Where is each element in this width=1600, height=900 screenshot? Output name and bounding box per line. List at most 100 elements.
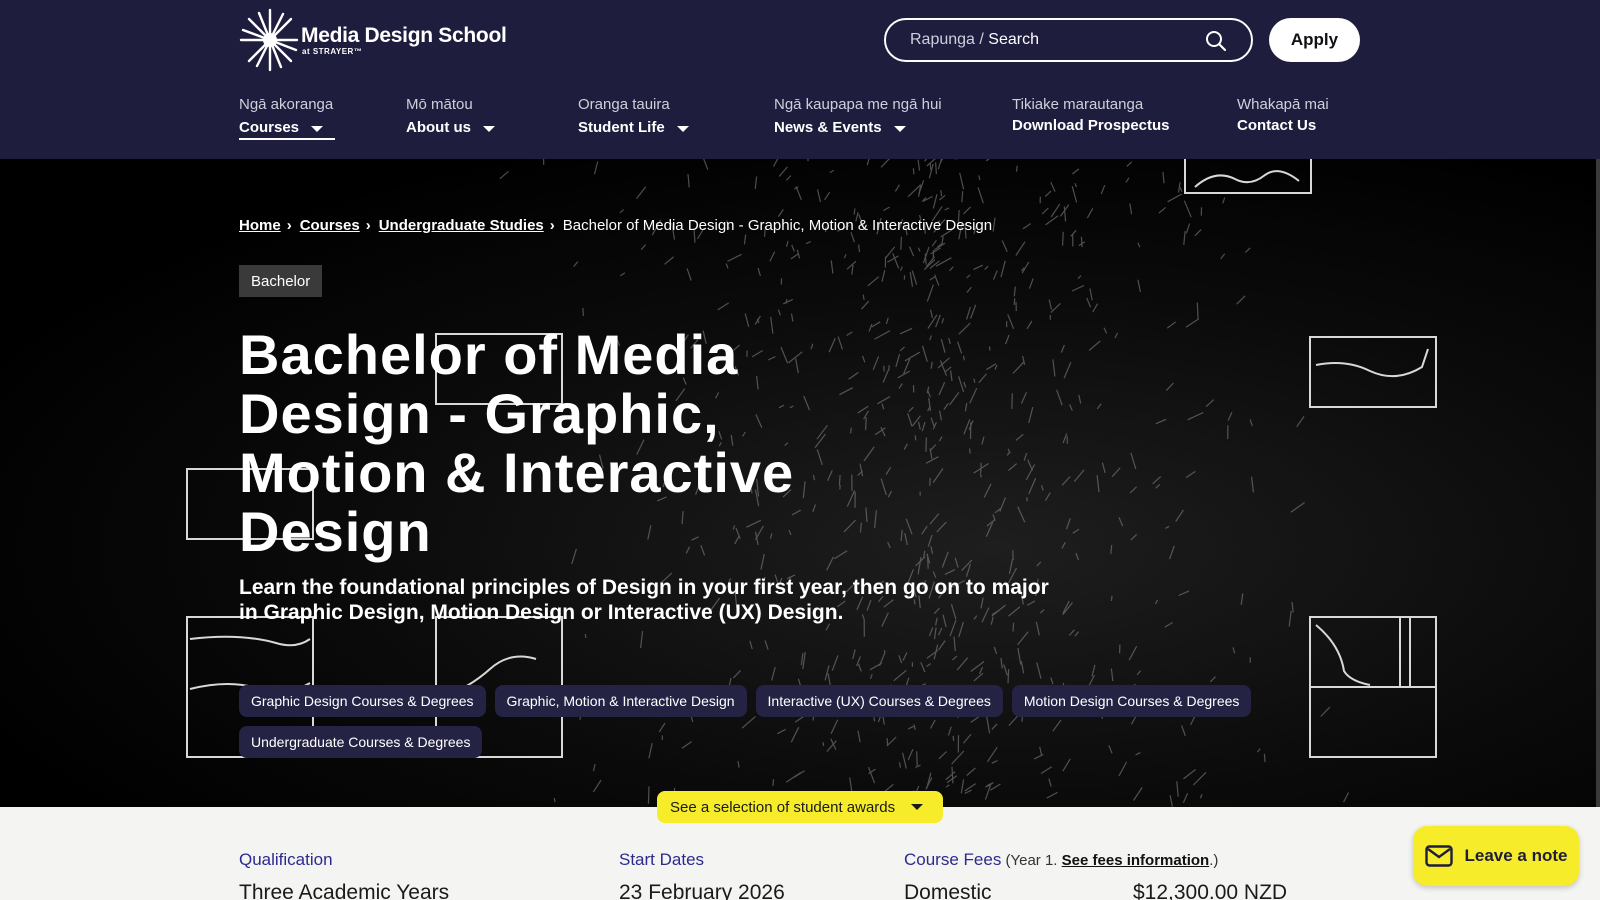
particle-streak	[1136, 670, 1142, 676]
particle-streak	[1062, 231, 1064, 246]
particle-streak	[1028, 406, 1034, 424]
caret-down-icon	[893, 125, 906, 132]
particle-streak	[1004, 334, 1010, 345]
breadcrumb: Home › Courses › Undergraduate Studies ›…	[239, 217, 992, 234]
particle-streak	[1196, 302, 1199, 320]
brand-sub: at STRAYER™	[302, 46, 363, 56]
particle-streak	[843, 254, 847, 259]
particle-streak	[929, 162, 932, 171]
particle-streak	[777, 309, 781, 316]
particle-streak	[1013, 286, 1016, 297]
particle-streak	[703, 159, 709, 170]
particle-streak	[952, 655, 958, 661]
search-field[interactable]: Rapunga / Search	[884, 18, 1253, 62]
tag-motion-design[interactable]: Motion Design Courses & Degrees	[1011, 685, 1252, 717]
particle-streak	[935, 162, 937, 175]
particle-streak	[963, 419, 971, 435]
particle-streak	[899, 346, 905, 352]
particle-streak	[1194, 229, 1202, 237]
particle-streak	[1183, 230, 1186, 245]
tag-graphic-design[interactable]: Graphic Design Courses & Degrees	[239, 685, 486, 717]
particle-streak	[930, 546, 934, 554]
particle-streak	[973, 264, 984, 270]
nav-item-prospectus[interactable]: Tikiake marautanga Download Prospectus	[1012, 96, 1170, 134]
particle-streak	[964, 402, 968, 412]
particle-streak	[985, 159, 990, 162]
fees-information-link[interactable]: See fees information	[1062, 852, 1210, 869]
particle-streak	[905, 518, 913, 535]
particle-streak	[857, 405, 869, 414]
particle-streak	[1001, 240, 1008, 253]
particle-streak	[1060, 344, 1065, 353]
particle-streak	[1166, 321, 1177, 329]
particle-streak	[880, 159, 890, 168]
particle-streak	[1069, 404, 1073, 411]
particle-streak	[907, 413, 913, 427]
page-scrollbar[interactable]	[1596, 159, 1600, 807]
apply-button[interactable]: Apply	[1269, 18, 1360, 62]
search-icon[interactable]	[1205, 30, 1227, 52]
particle-streak	[1000, 657, 1003, 669]
site-logo[interactable]: Media Design School at STRAYER™	[239, 8, 507, 72]
nav-item-contact[interactable]: Whakapā mai Contact Us	[1237, 96, 1329, 134]
nav-item-about[interactable]: Mō mātou About us	[406, 96, 495, 136]
tag-interactive-ux[interactable]: Interactive (UX) Courses & Degrees	[755, 685, 1003, 717]
breadcrumb-current: Bachelor of Media Design - Graphic, Moti…	[562, 217, 993, 234]
particle-streak	[1296, 416, 1305, 428]
nav-item-student-life[interactable]: Oranga tauira Student Life	[578, 96, 689, 136]
particle-streak	[1187, 411, 1204, 421]
particle-streak	[936, 521, 947, 533]
particle-streak	[867, 276, 880, 287]
particle-streak	[941, 551, 949, 568]
particle-streak	[921, 421, 926, 432]
particle-streak	[927, 534, 933, 547]
chevron-right-icon: ›	[286, 217, 292, 234]
particle-streak	[969, 448, 971, 454]
particle-streak	[1050, 203, 1061, 218]
nav-item-courses[interactable]: Ngā akoranga Courses	[239, 96, 335, 140]
particle-streak	[807, 159, 809, 162]
particle-streak	[991, 759, 998, 764]
nav-item-news-events[interactable]: Ngā kaupapa me ngā hui News & Events	[774, 96, 942, 136]
particle-streak	[805, 240, 812, 245]
breadcrumb-home[interactable]: Home	[239, 217, 281, 234]
chevron-right-icon: ›	[365, 217, 371, 234]
particle-streak	[749, 640, 753, 650]
particle-streak	[829, 169, 835, 174]
particle-streak	[777, 209, 784, 217]
particle-streak	[795, 186, 802, 201]
particle-streak	[1251, 476, 1254, 493]
particle-streak	[1152, 476, 1162, 485]
leave-a-note-button[interactable]: Leave a note	[1413, 826, 1579, 886]
particle-streak	[929, 335, 932, 341]
tag-graphic-motion-interactive[interactable]: Graphic, Motion & Interactive Design	[494, 685, 747, 717]
particle-streak	[1183, 200, 1192, 218]
particle-streak	[824, 191, 831, 201]
particle-streak	[898, 383, 903, 389]
particle-streak	[754, 176, 758, 189]
particle-streak	[1028, 477, 1037, 495]
particle-streak	[969, 388, 978, 404]
breadcrumb-undergraduate[interactable]: Undergraduate Studies	[379, 217, 544, 234]
particle-streak	[978, 373, 987, 384]
student-awards-toggle[interactable]: See a selection of student awards	[657, 791, 943, 823]
tag-undergraduate[interactable]: Undergraduate Courses & Degrees	[239, 726, 483, 758]
particle-streak	[973, 378, 976, 383]
fees-note: (Year 1.	[1001, 852, 1062, 869]
particle-streak	[1291, 601, 1294, 613]
particle-streak	[926, 553, 929, 569]
breadcrumb-courses[interactable]: Courses	[300, 217, 360, 234]
particle-streak	[1048, 299, 1053, 310]
particle-streak	[573, 261, 579, 267]
particle-streak	[1036, 662, 1042, 679]
nav-sub-label: Whakapā mai	[1237, 96, 1329, 113]
particle-streak	[1091, 664, 1096, 677]
course-level-badge: Bachelor	[239, 265, 323, 297]
particle-streak	[912, 168, 915, 175]
particle-streak	[1062, 758, 1071, 772]
caret-down-icon	[483, 125, 495, 132]
particle-streak	[1075, 552, 1080, 561]
particle-streak	[938, 382, 946, 396]
particle-streak	[900, 236, 902, 250]
page-title: Bachelor of Media Design - Graphic, Moti…	[239, 323, 795, 563]
